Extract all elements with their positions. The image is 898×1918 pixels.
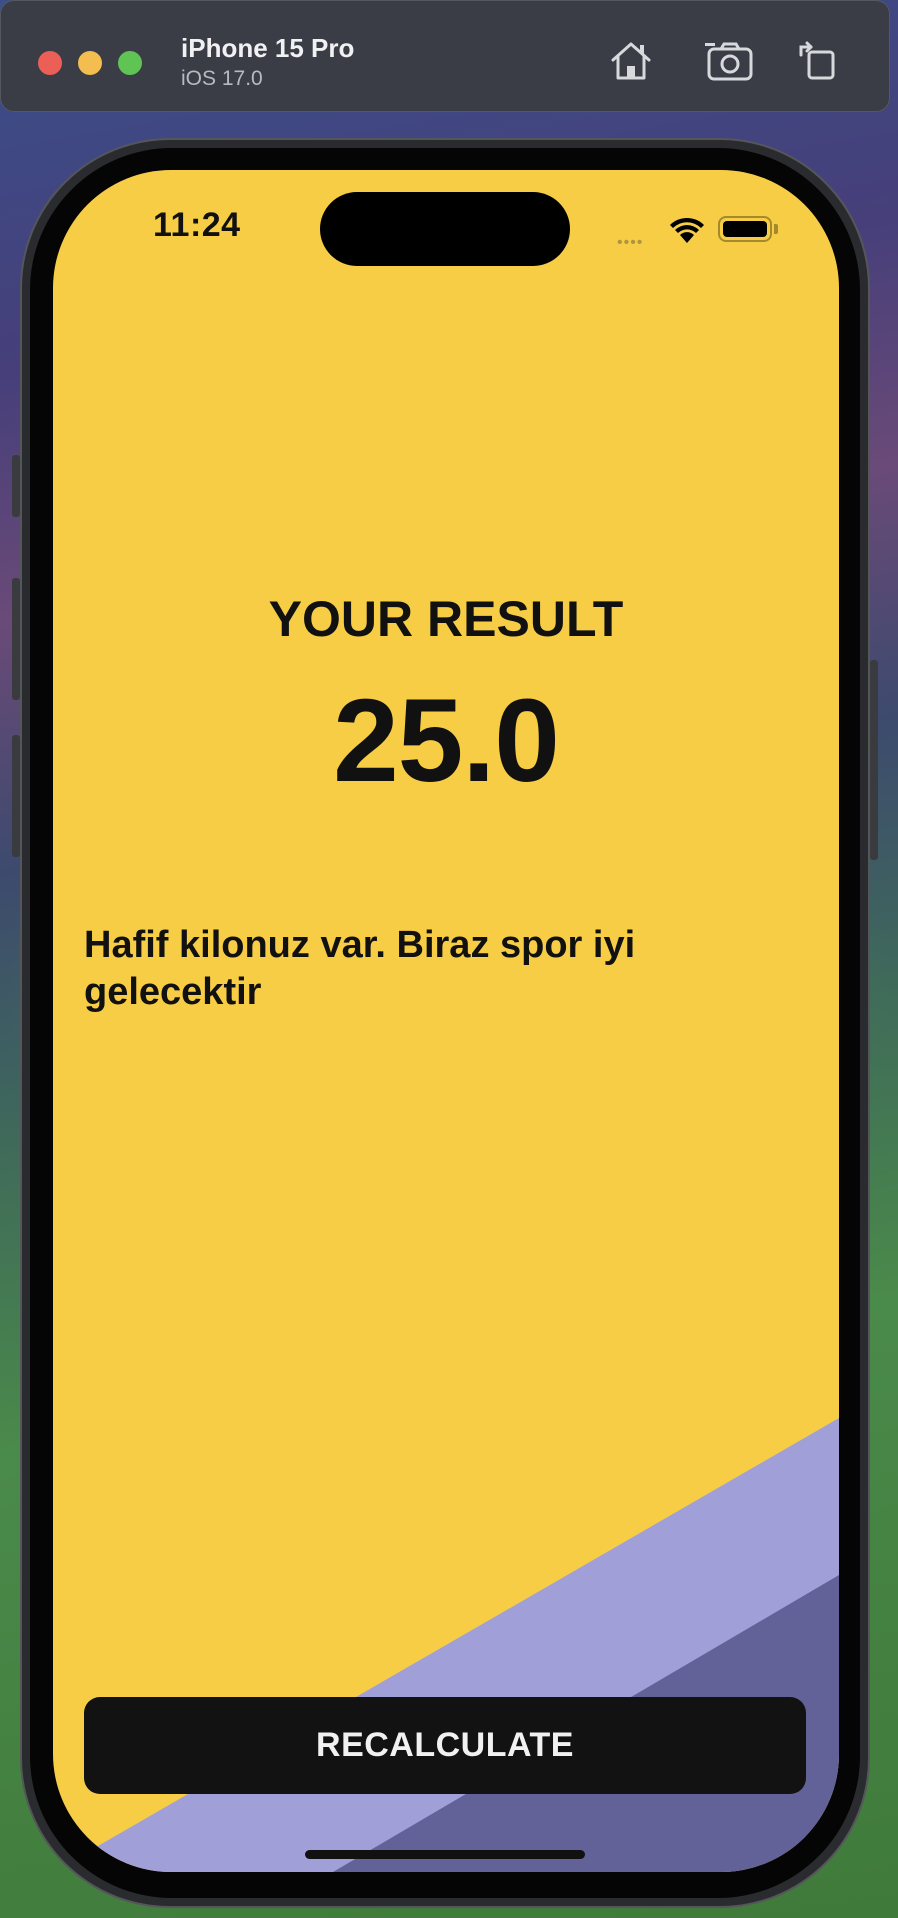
bmi-value: 25.0 xyxy=(333,675,560,807)
volume-down-button xyxy=(12,735,20,857)
wifi-icon xyxy=(670,217,704,243)
zoom-window-button[interactable] xyxy=(118,51,142,75)
dynamic-island xyxy=(320,192,570,266)
volume-up-button xyxy=(12,578,20,700)
status-time: 11:24 xyxy=(153,206,241,244)
home-indicator[interactable] xyxy=(305,1850,585,1859)
home-icon[interactable] xyxy=(605,35,657,87)
cellular-signal-icon: •••• xyxy=(617,234,644,251)
recalculate-button[interactable]: RECALCULATE xyxy=(84,1697,806,1794)
close-window-button[interactable] xyxy=(38,51,62,75)
screenshot-icon[interactable] xyxy=(704,35,756,87)
minimize-window-button[interactable] xyxy=(78,51,102,75)
background-stripes xyxy=(53,1418,839,1872)
battery-tip xyxy=(774,224,778,234)
os-version: iOS 17.0 xyxy=(181,67,263,90)
simulator-toolbar: iPhone 15 Pro iOS 17.0 xyxy=(0,0,890,112)
battery-icon xyxy=(718,216,772,242)
advice-text: Hafif kilonuz var. Biraz spor iyi gelece… xyxy=(84,924,636,1013)
power-button xyxy=(870,660,878,860)
device-name: iPhone 15 Pro xyxy=(181,33,355,63)
app-screen: 11:24 •••• YOUR RESULT 25.0 Hafif kilonu… xyxy=(53,170,839,1872)
rotate-icon[interactable] xyxy=(793,35,845,87)
result-title: YOUR RESULT xyxy=(268,591,624,647)
action-button xyxy=(12,455,20,517)
